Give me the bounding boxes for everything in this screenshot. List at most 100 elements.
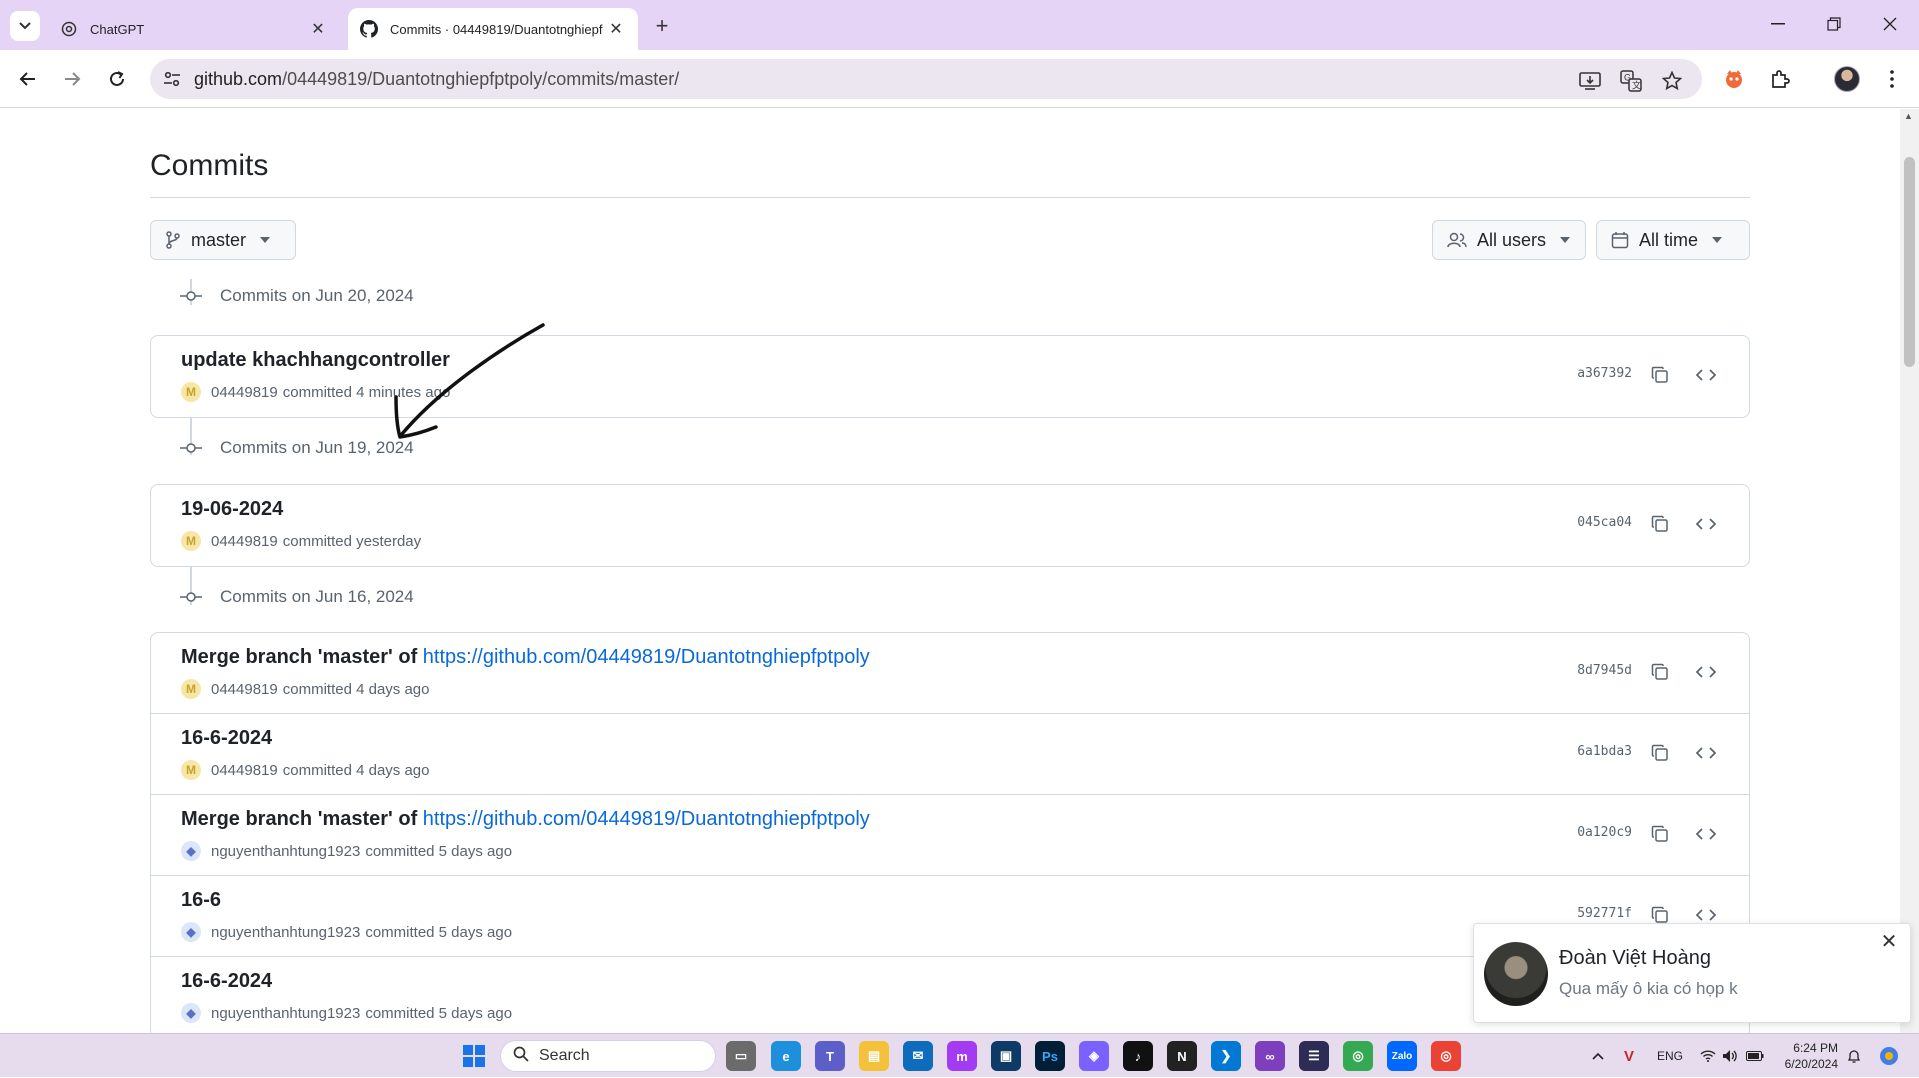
commit-author[interactable]: 04449819 [211, 762, 278, 779]
task-view-icon[interactable]: ▭ [726, 1041, 756, 1071]
tab-search-button[interactable] [10, 11, 40, 41]
scroll-up-icon[interactable]: ▲ [1904, 111, 1913, 121]
volume-icon[interactable] [1722, 1034, 1738, 1078]
copy-icon[interactable] [1643, 736, 1677, 770]
commit-message-text[interactable]: 19-06-2024 [181, 498, 283, 520]
users-filter-button[interactable]: All users [1432, 220, 1586, 260]
extension-fox-icon[interactable] [1718, 63, 1750, 95]
browse-code-icon[interactable] [1689, 736, 1723, 770]
avatar[interactable]: M [181, 679, 201, 699]
commit-message[interactable]: 16-6-2024 [181, 970, 272, 993]
commit-message[interactable]: Merge branch 'master' of https://github.… [181, 646, 870, 669]
close-tab-icon[interactable]: ✕ [308, 19, 328, 39]
chrome-icon[interactable]: ◎ [1431, 1041, 1461, 1071]
page-scrollbar[interactable]: ▲ [1900, 109, 1919, 1033]
bookmark-star-icon[interactable] [1658, 67, 1686, 95]
commit-author[interactable]: nguyenthanhtung1923 [211, 924, 360, 941]
avatar[interactable]: M [181, 760, 201, 780]
commit-author[interactable]: 04449819 [211, 533, 278, 550]
tab-github-commits[interactable]: Commits · 04449819/Duantotnghiepf ✕ [348, 8, 638, 50]
branch-select-button[interactable]: master [150, 220, 296, 260]
avatar[interactable]: M [181, 382, 201, 402]
commit-author[interactable]: 04449819 [211, 681, 278, 698]
commit-message-text[interactable]: 16-6 [181, 889, 221, 911]
edge-icon[interactable]: e [771, 1041, 801, 1071]
commit-message[interactable]: Merge branch 'master' of https://github.… [181, 808, 870, 831]
windows-start-icon[interactable] [459, 1041, 489, 1071]
vscode-icon[interactable]: ❯ [1211, 1041, 1241, 1071]
chat-notification-toast[interactable]: Đoàn Việt Hoàng Qua mấy ô kia có họp k ✕ [1473, 923, 1911, 1023]
language-indicator[interactable]: ENG [1657, 1034, 1683, 1078]
address-bar[interactable]: github.com/04449819/Duantotnghiepfptpoly… [150, 59, 1702, 99]
browser-menu-icon[interactable] [1876, 63, 1908, 95]
commit-sha[interactable]: 8d7945d [1577, 663, 1632, 678]
browse-code-icon[interactable] [1689, 817, 1723, 851]
chrome-icon[interactable]: ◎ [1343, 1041, 1373, 1071]
tab-chatgpt[interactable]: ChatGPT ✕ [48, 8, 340, 50]
commit-sha[interactable]: 0a120c9 [1577, 825, 1632, 840]
copy-icon[interactable] [1643, 655, 1677, 689]
system-clock[interactable]: 6:24 PM 6/20/2024 [1778, 1040, 1838, 1072]
taskbar-search[interactable]: Search [500, 1040, 716, 1072]
reload-button[interactable] [101, 63, 133, 95]
show-hidden-icons[interactable] [1592, 1034, 1604, 1078]
site-info-icon[interactable] [150, 71, 194, 87]
browse-code-icon[interactable] [1689, 358, 1723, 392]
time-filter-button[interactable]: All time [1596, 220, 1750, 260]
copilot-tray-icon[interactable] [1878, 1034, 1900, 1078]
commit-message-text[interactable]: 16-6-2024 [181, 727, 272, 749]
commit-message-text[interactable]: Merge branch 'master' of [181, 646, 423, 668]
avatar[interactable]: ◆ [181, 1003, 201, 1023]
minimize-button[interactable] [1750, 8, 1806, 40]
new-tab-button[interactable]: + [648, 12, 676, 40]
back-button[interactable] [12, 63, 44, 95]
vietkey-icon[interactable]: V [1624, 1034, 1634, 1078]
avatar[interactable]: ◆ [181, 922, 201, 942]
wifi-icon[interactable] [1700, 1034, 1716, 1078]
copy-icon[interactable] [1643, 817, 1677, 851]
mail-icon[interactable]: ✉ [903, 1041, 933, 1071]
translate-icon[interactable]: G文 [1617, 67, 1645, 95]
app-icon[interactable]: ▣ [991, 1041, 1021, 1071]
forward-button[interactable] [56, 63, 88, 95]
commit-sha[interactable]: a367392 [1577, 366, 1632, 381]
browse-code-icon[interactable] [1689, 507, 1723, 541]
scrollbar-thumb[interactable] [1904, 157, 1915, 367]
notifications-bell-icon[interactable] [1846, 1034, 1862, 1078]
copy-icon[interactable] [1643, 358, 1677, 392]
commit-message[interactable]: 16-6-2024 [181, 727, 272, 750]
app-icon[interactable]: ☰ [1299, 1041, 1329, 1071]
commit-author[interactable]: nguyenthanhtung1923 [211, 843, 360, 860]
messenger-icon[interactable]: m [947, 1041, 977, 1071]
avatar[interactable]: M [181, 531, 201, 551]
install-app-icon[interactable] [1576, 67, 1604, 95]
copy-icon[interactable] [1643, 507, 1677, 541]
close-tab-icon[interactable]: ✕ [606, 19, 626, 39]
copilot-icon[interactable]: ◈ [1079, 1041, 1109, 1071]
commit-link[interactable]: https://github.com/04449819/Duantotnghie… [423, 808, 870, 830]
extensions-puzzle-icon[interactable] [1764, 63, 1796, 95]
commit-sha[interactable]: 6a1bda3 [1577, 744, 1632, 759]
avatar[interactable]: ◆ [181, 841, 201, 861]
commit-sha[interactable]: 592771f [1577, 906, 1632, 921]
browse-code-icon[interactable] [1689, 655, 1723, 689]
commit-message-text[interactable]: Merge branch 'master' of [181, 808, 423, 830]
commit-author[interactable]: 04449819 [211, 384, 278, 401]
commit-message-text[interactable]: 16-6-2024 [181, 970, 272, 992]
profile-avatar[interactable] [1831, 63, 1863, 95]
commit-sha[interactable]: 045ca04 [1577, 515, 1632, 530]
close-window-button[interactable] [1862, 8, 1918, 40]
commit-link[interactable]: https://github.com/04449819/Duantotnghie… [423, 646, 870, 668]
file-explorer-icon[interactable]: ▤ [859, 1041, 889, 1071]
restore-button[interactable] [1806, 8, 1862, 40]
notion-icon[interactable]: N [1167, 1041, 1197, 1071]
visual-studio-icon[interactable]: ∞ [1255, 1041, 1285, 1071]
tiktok-icon[interactable]: ♪ [1123, 1041, 1153, 1071]
teams-icon[interactable]: T [815, 1041, 845, 1071]
zalo-icon[interactable]: Zalo [1387, 1041, 1417, 1071]
close-icon[interactable]: ✕ [1878, 930, 1900, 953]
photoshop-icon[interactable]: Ps [1035, 1041, 1065, 1071]
battery-icon[interactable] [1746, 1034, 1764, 1078]
commit-message[interactable]: 16-6 [181, 889, 221, 912]
commit-message[interactable]: 19-06-2024 [181, 498, 283, 521]
